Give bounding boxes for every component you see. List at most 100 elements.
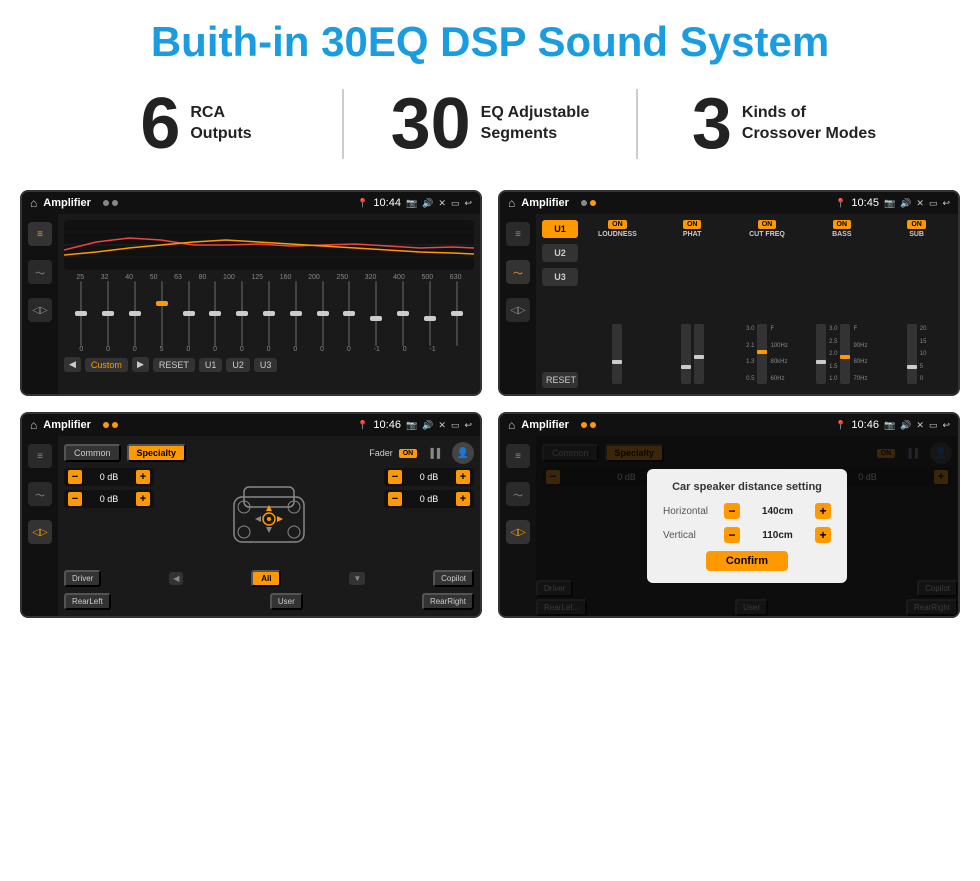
u2-button-1[interactable]: U2 (226, 358, 250, 372)
slider-8[interactable] (261, 281, 277, 346)
rearright-btn[interactable]: RearRight (422, 593, 474, 610)
common-tab-3[interactable]: Common (64, 444, 121, 462)
cx-main: U1 U2 U3 RESET ON LOUDNESS (536, 214, 958, 394)
slider-5[interactable] (181, 281, 197, 346)
rect-icon-3: ▭ (451, 420, 460, 431)
cx-sidebar-icon-1[interactable]: ≡ (506, 222, 530, 246)
rect-icon-4: ▭ (929, 420, 938, 431)
slider-1[interactable] (73, 281, 89, 346)
fader-sidebar-icon-2[interactable]: 〜 (28, 482, 52, 506)
db-plus-3[interactable]: + (456, 470, 470, 484)
slider-11[interactable] (341, 281, 357, 346)
page-title: Buith-in 30EQ DSP Sound System (20, 18, 960, 66)
fader-sidebar-icon-3[interactable]: ◁▷ (28, 520, 52, 544)
down-arrow-btn[interactable]: ▼ (349, 572, 365, 585)
next-button[interactable]: ▶ (132, 357, 149, 372)
vertical-minus-btn[interactable]: − (724, 527, 740, 543)
dot-3 (581, 200, 587, 206)
specialty-tab-3[interactable]: Specialty (127, 444, 187, 462)
slider-12[interactable] (368, 281, 384, 346)
u3-button-1[interactable]: U3 (254, 358, 278, 372)
title-2: Amplifier (521, 197, 569, 209)
left-arrow-btn[interactable]: ◀ (169, 572, 183, 585)
fader-center (160, 468, 378, 566)
reset-button-1[interactable]: RESET (153, 358, 195, 372)
db-plus-1[interactable]: + (136, 470, 150, 484)
eq-sidebar-icon-2[interactable]: 〜 (28, 260, 52, 284)
cx-sidebar-icon-3[interactable]: ◁▷ (506, 298, 530, 322)
horizontal-plus-btn[interactable]: + (815, 503, 831, 519)
dialog-horizontal-label: Horizontal (663, 506, 718, 517)
eq-curve (64, 220, 474, 270)
slider-2[interactable] (100, 281, 116, 346)
pin-icon-4: 📍 (835, 420, 846, 431)
slider-9[interactable] (288, 281, 304, 346)
cx-sidebar-icon-2[interactable]: 〜 (506, 260, 530, 284)
dialog-vertical-value-row: − 110cm + (724, 527, 831, 543)
stat-rca-label: RCA Outputs (190, 103, 251, 145)
slider-15[interactable] (449, 281, 465, 346)
x-icon-4: ✕ (916, 420, 924, 431)
slider-7[interactable] (234, 281, 250, 346)
all-btn[interactable]: All (251, 570, 281, 587)
slider-14[interactable] (422, 281, 438, 346)
status-bar-4: ⌂ Amplifier 📍 10:46 📷 🔊 ✕ ▭ ↩ (500, 414, 958, 436)
time-2: 10:45 (851, 197, 879, 209)
on-badge-cutfreq: ON (758, 220, 777, 229)
slider-6[interactable] (207, 281, 223, 346)
db-row-1: − 0 dB + (64, 468, 154, 486)
cx-right: ON LOUDNESS ON PHAT (582, 220, 952, 388)
slider-4[interactable] (154, 281, 170, 346)
db-minus-4[interactable]: − (388, 492, 402, 506)
eq-sidebar-icon-1[interactable]: ≡ (28, 222, 52, 246)
db-minus-1[interactable]: − (68, 470, 82, 484)
stat-eq: 30 EQ Adjustable Segments (354, 88, 626, 160)
stat-rca-number: 6 (140, 88, 180, 160)
u1-button-1[interactable]: U1 (199, 358, 223, 372)
dialog-vertical-row: Vertical − 110cm + (663, 527, 831, 543)
db-minus-3[interactable]: − (388, 470, 402, 484)
dialog-overlay: Car speaker distance setting Horizontal … (536, 436, 958, 616)
back-icon-3: ↩ (464, 420, 472, 431)
rearleft-btn[interactable]: RearLeft (64, 593, 111, 610)
u1-btn[interactable]: U1 (542, 220, 578, 238)
confirm-button[interactable]: Confirm (706, 551, 788, 571)
dialog-horizontal-value-row: − 140cm + (724, 503, 831, 519)
status-bar-2: ⌂ Amplifier 📍 10:45 📷 🔊 ✕ ▭ ↩ (500, 192, 958, 214)
user-btn[interactable]: User (270, 593, 303, 610)
home-icon-3: ⌂ (30, 418, 37, 432)
dialog-sidebar-icon-3[interactable]: ◁▷ (506, 520, 530, 544)
car-diagram-svg (224, 477, 314, 557)
dot-8 (590, 422, 596, 428)
slider-10[interactable] (315, 281, 331, 346)
copilot-btn[interactable]: Copilot (433, 570, 474, 587)
driver-btn[interactable]: Driver (64, 570, 101, 587)
horizontal-minus-btn[interactable]: − (724, 503, 740, 519)
dialog-title: Car speaker distance setting (663, 481, 831, 493)
on-badge-phat: ON (683, 220, 702, 229)
u3-btn[interactable]: U3 (542, 268, 578, 286)
db-value-1: 0 dB (86, 472, 132, 482)
fader-sidebar-icon-1[interactable]: ≡ (28, 444, 52, 468)
reset-btn-cx[interactable]: RESET (542, 372, 578, 388)
dialog-sidebar-icon-1[interactable]: ≡ (506, 444, 530, 468)
cx-left: U1 U2 U3 RESET (542, 220, 578, 388)
vertical-plus-btn[interactable]: + (815, 527, 831, 543)
cam-icon-3: 📷 (406, 420, 417, 431)
slider-3[interactable] (127, 281, 143, 346)
slider-13[interactable] (395, 281, 411, 346)
u2-btn[interactable]: U2 (542, 244, 578, 262)
eq-sidebar: ≡ 〜 ◁▷ (22, 214, 58, 394)
stat-eq-number: 30 (391, 88, 471, 160)
dot-6 (112, 422, 118, 428)
custom-button[interactable]: Custom (85, 358, 128, 372)
bass-label: BASS (832, 231, 851, 238)
db-minus-2[interactable]: − (68, 492, 82, 506)
db-plus-2[interactable]: + (136, 492, 150, 506)
prev-button[interactable]: ◀ (64, 357, 81, 372)
db-plus-4[interactable]: + (456, 492, 470, 506)
eq-sidebar-icon-3[interactable]: ◁▷ (28, 298, 52, 322)
vol-icon-2: 🔊 (900, 198, 911, 209)
vol-icon-3: 🔊 (422, 420, 433, 431)
dialog-sidebar-icon-2[interactable]: 〜 (506, 482, 530, 506)
